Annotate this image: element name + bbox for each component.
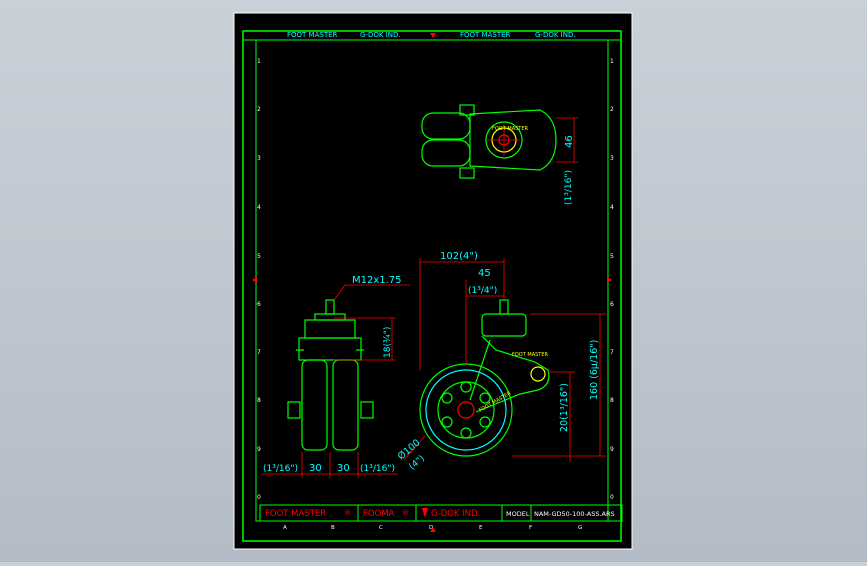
row-9-right: 9	[610, 446, 614, 453]
col-a: A	[283, 525, 287, 531]
col-c: C	[379, 525, 383, 531]
row-6-right: 6	[610, 301, 614, 308]
row-8-left: 8	[257, 397, 261, 404]
row-7-right: 7	[610, 349, 614, 356]
dim-width-right-in: (1³/16")	[360, 464, 395, 474]
col-e: E	[479, 525, 483, 531]
row-9-left: 9	[257, 446, 261, 453]
dim-stem-length: 18(¾")	[383, 327, 393, 358]
row-4-left: 4	[257, 204, 261, 211]
dim-width-a: 30	[309, 463, 322, 474]
registered-mark-2: ®	[402, 509, 409, 517]
row-2-right: 2	[610, 106, 614, 113]
row-5-right: 5	[610, 253, 614, 260]
row-2-left: 2	[257, 106, 261, 113]
header-right2: G-DOK IND.	[535, 31, 576, 39]
dim-axle-height: 20(1³/16")	[559, 383, 570, 432]
dim-total-height: 160 (6µ/16")	[589, 340, 600, 400]
dim-top-height: 46	[564, 135, 575, 148]
fork-brand: FOOT MASTER	[512, 352, 549, 358]
dim-swivel-offset: 45	[478, 268, 491, 279]
registered-mark-1: ®	[344, 509, 351, 517]
col-b: B	[331, 525, 335, 531]
dim-thread: M12x1.75	[352, 275, 402, 286]
row-5-left: 5	[257, 253, 261, 260]
dim-overall-offset: 102(4")	[440, 251, 478, 262]
header-left2: G-DOK IND.	[360, 31, 401, 39]
brand-gdok: G-DOK IND.	[431, 509, 480, 519]
model-label: MODEL	[506, 510, 530, 518]
row-4-right: 4	[610, 204, 614, 211]
row-3-left: 3	[257, 155, 261, 162]
dim-width-b: 30	[337, 463, 350, 474]
dim-top-height-in: (1³/16")	[564, 170, 574, 205]
row-8-right: 8	[610, 397, 614, 404]
cad-viewport[interactable]: FOOT MASTER G-DOK IND. FOOT MASTER G-DOK…	[0, 0, 867, 562]
row-6-left: 6	[257, 301, 261, 308]
top-view-brand: FOOT MASTER	[492, 126, 529, 132]
col-f: F	[529, 525, 532, 531]
brand-foot-master: FOOT MASTER	[265, 509, 326, 519]
brand-fooma: FOOMA	[363, 509, 395, 519]
model-value: NAM-GD50-100-ASS.ARS	[534, 510, 615, 518]
row-0-right: 0	[610, 494, 614, 501]
col-g: G	[578, 525, 582, 531]
row-7-left: 7	[257, 349, 261, 356]
header-left: FOOT MASTER	[287, 31, 338, 39]
row-1-left: 1	[257, 58, 261, 65]
drawing-sheet: FOOT MASTER G-DOK IND. FOOT MASTER G-DOK…	[233, 12, 633, 550]
dim-swivel-offset-in: (1³/4")	[468, 286, 497, 296]
row-1-right: 1	[610, 58, 614, 65]
row-0-left: 0	[257, 494, 261, 501]
dim-width-left-in: (1³/16")	[263, 464, 298, 474]
header-right: FOOT MASTER	[460, 31, 511, 39]
row-3-right: 3	[610, 155, 614, 162]
